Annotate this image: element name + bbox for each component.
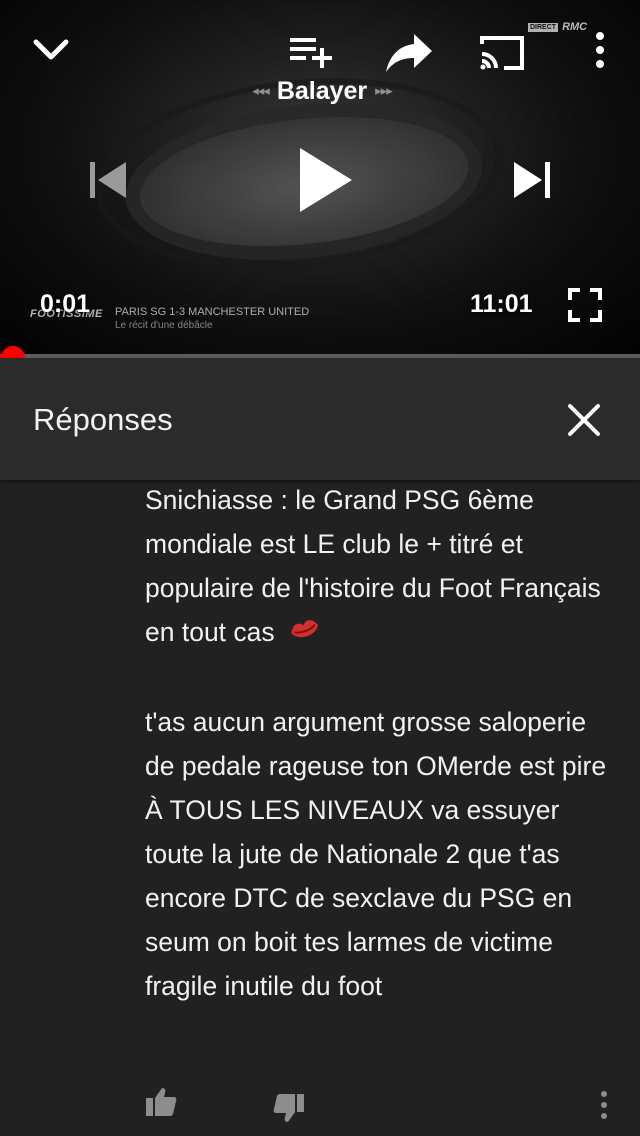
- close-icon[interactable]: [566, 402, 602, 443]
- more-vert-icon[interactable]: [588, 28, 612, 72]
- scrub-hint-label: Balayer: [276, 76, 368, 105]
- fullscreen-icon[interactable]: [568, 288, 602, 322]
- comment-paragraph-1: Snichiasse : le Grand PSG 6ème mondiale …: [145, 478, 615, 656]
- skip-next-icon[interactable]: [510, 158, 554, 202]
- replies-title: Réponses: [33, 402, 173, 437]
- scrub-hint: ◂◂◂ Balayer ▸▸▸: [208, 76, 436, 105]
- video-player[interactable]: DIRECT RMC ◂◂◂ Balayer ▸▸▸ FOOTISSIME PA…: [0, 0, 640, 356]
- share-icon[interactable]: [384, 32, 434, 74]
- kiss-mark-icon: [288, 612, 322, 656]
- add-to-queue-icon[interactable]: [288, 34, 334, 70]
- video-overlay-title: PARIS SG 1-3 MANCHESTER UNITED: [115, 306, 310, 318]
- replies-header: Réponses: [0, 358, 640, 480]
- play-icon[interactable]: [296, 144, 356, 216]
- thumb-down-icon[interactable]: [272, 1092, 306, 1124]
- video-overlay-caption: PARIS SG 1-3 MANCHESTER UNITED Le récit …: [115, 306, 309, 332]
- skip-previous-icon[interactable]: [86, 158, 130, 202]
- comment-paragraph-2: t'as aucun argument grosse saloperie de …: [145, 707, 607, 1001]
- video-overlay-subtitle: Le récit d'une débâcle: [115, 320, 213, 331]
- scrub-left-arrows: ◂◂◂: [252, 83, 270, 98]
- cast-icon[interactable]: [478, 32, 526, 72]
- comment-more-icon[interactable]: [598, 1090, 610, 1120]
- thumb-up-icon[interactable]: [144, 1086, 178, 1118]
- scrub-right-arrows: ▸▸▸: [375, 83, 393, 98]
- chevron-down-icon[interactable]: [28, 30, 74, 70]
- current-time: 0:01: [40, 290, 91, 318]
- reply-comment: Snichiasse : le Grand PSG 6ème mondiale …: [145, 478, 615, 1008]
- total-duration: 11:01: [470, 290, 533, 318]
